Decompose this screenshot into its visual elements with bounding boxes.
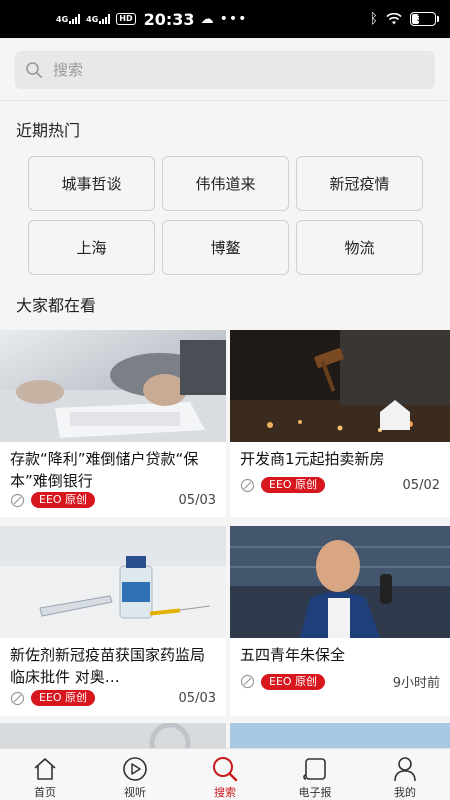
hot-tag[interactable]: 城事哲谈 <box>28 156 155 211</box>
bottom-tab-bar: 首页 视听 搜索 电子报 我的 <box>0 748 450 800</box>
article-card-partial[interactable] <box>230 723 450 748</box>
search-bar[interactable] <box>15 51 435 89</box>
link-icon <box>10 691 25 705</box>
hot-tag[interactable]: 物流 <box>296 220 423 275</box>
hd-voice-icon: HD <box>116 13 136 25</box>
article-card[interactable]: 五四青年朱保全 EEO 原创 9小时前 <box>230 526 450 716</box>
article-meta: EEO 原创 05/03 <box>10 492 216 508</box>
article-title: 新佐剂新冠疫苗获国家药监局临床批件 对奥… <box>10 646 206 686</box>
tab-label: 搜索 <box>214 786 236 799</box>
link-icon <box>240 674 255 689</box>
status-bar: 4G 4G HD 20:33 ☁ ••• ᛒ 34 <box>0 0 450 38</box>
play-icon <box>123 757 147 781</box>
network-type-label-2: 4G <box>86 15 99 24</box>
clock: 20:33 <box>143 9 195 29</box>
article-title: 存款“降利”难倒储户贷款“保本”难倒银行 <box>10 450 199 490</box>
article-card[interactable]: 存款“降利”难倒储户贷款“保本”难倒银行 EEO 原创 05/03 <box>0 330 226 517</box>
link-icon <box>240 478 255 492</box>
source-badge: EEO 原创 <box>31 690 96 706</box>
hot-tag[interactable]: 博鳌 <box>162 220 289 275</box>
publish-date: 05/02 <box>402 477 440 493</box>
hot-tags: 城事哲谈 伟伟道来 新冠疫情 上海 博鳌 物流 <box>28 156 423 275</box>
article-thumbnail <box>230 723 450 748</box>
more-notifications-icon: ••• <box>219 11 248 27</box>
article-title: 开发商1元起拍卖新房 <box>240 450 385 468</box>
link-icon <box>10 493 25 507</box>
publish-date: 05/03 <box>178 492 216 508</box>
article-card[interactable]: 新佐剂新冠疫苗获国家药监局临床批件 对奥… EEO 原创 05/03 <box>0 526 226 716</box>
hot-tag[interactable]: 新冠疫情 <box>296 156 423 211</box>
hot-tag[interactable]: 伟伟道来 <box>162 156 289 211</box>
cellular-signal-icon-2: 4G <box>86 14 111 24</box>
article-thumbnail <box>0 330 226 442</box>
home-icon <box>34 758 56 780</box>
article-thumbnail <box>230 330 450 442</box>
tab-label: 我的 <box>394 786 416 799</box>
article-thumbnail <box>0 723 226 748</box>
tab-home[interactable]: 首页 <box>0 749 90 800</box>
tab-label: 首页 <box>34 786 56 799</box>
article-meta: EEO 原创 05/03 <box>10 690 216 706</box>
battery-icon: 34 <box>410 12 439 26</box>
search-icon <box>26 62 42 78</box>
bluetooth-icon: ᛒ <box>369 11 378 27</box>
search-header <box>0 38 450 101</box>
cloud-icon: ☁ <box>200 11 214 27</box>
article-meta: EEO 原创 05/02 <box>240 477 440 493</box>
network-type-label: 4G <box>56 15 69 24</box>
source-badge: EEO 原创 <box>261 673 326 690</box>
tab-label: 视听 <box>124 786 146 799</box>
source-badge: EEO 原创 <box>31 492 96 508</box>
tab-search[interactable]: 搜索 <box>180 749 270 800</box>
tab-epaper[interactable]: 电子报 <box>270 749 360 800</box>
article-card[interactable]: 开发商1元起拍卖新房 EEO 原创 05/02 <box>230 330 450 517</box>
publish-date: 9小时前 <box>392 676 440 691</box>
popular-section-title: 大家都在看 <box>16 296 97 315</box>
tab-profile[interactable]: 我的 <box>360 749 450 800</box>
newspaper-icon <box>303 758 326 780</box>
profile-icon <box>394 757 416 782</box>
hot-section-title: 近期热门 <box>16 121 81 140</box>
article-thumbnail <box>0 526 226 638</box>
article-card-partial[interactable] <box>0 723 226 748</box>
wifi-icon <box>386 13 402 25</box>
source-badge: EEO 原创 <box>261 477 326 493</box>
battery-percent: 34 <box>416 14 430 24</box>
tab-label: 电子报 <box>298 786 332 799</box>
search-input[interactable] <box>53 61 413 79</box>
tab-video[interactable]: 视听 <box>90 749 180 800</box>
hot-tag[interactable]: 上海 <box>28 220 155 275</box>
article-title: 五四青年朱保全 <box>240 646 346 664</box>
search-icon <box>213 757 238 782</box>
cellular-signal-icon: 4G <box>56 14 81 24</box>
article-meta: EEO 原创 9小时前 <box>240 672 440 691</box>
publish-date: 05/03 <box>178 690 216 706</box>
article-thumbnail <box>230 526 450 638</box>
